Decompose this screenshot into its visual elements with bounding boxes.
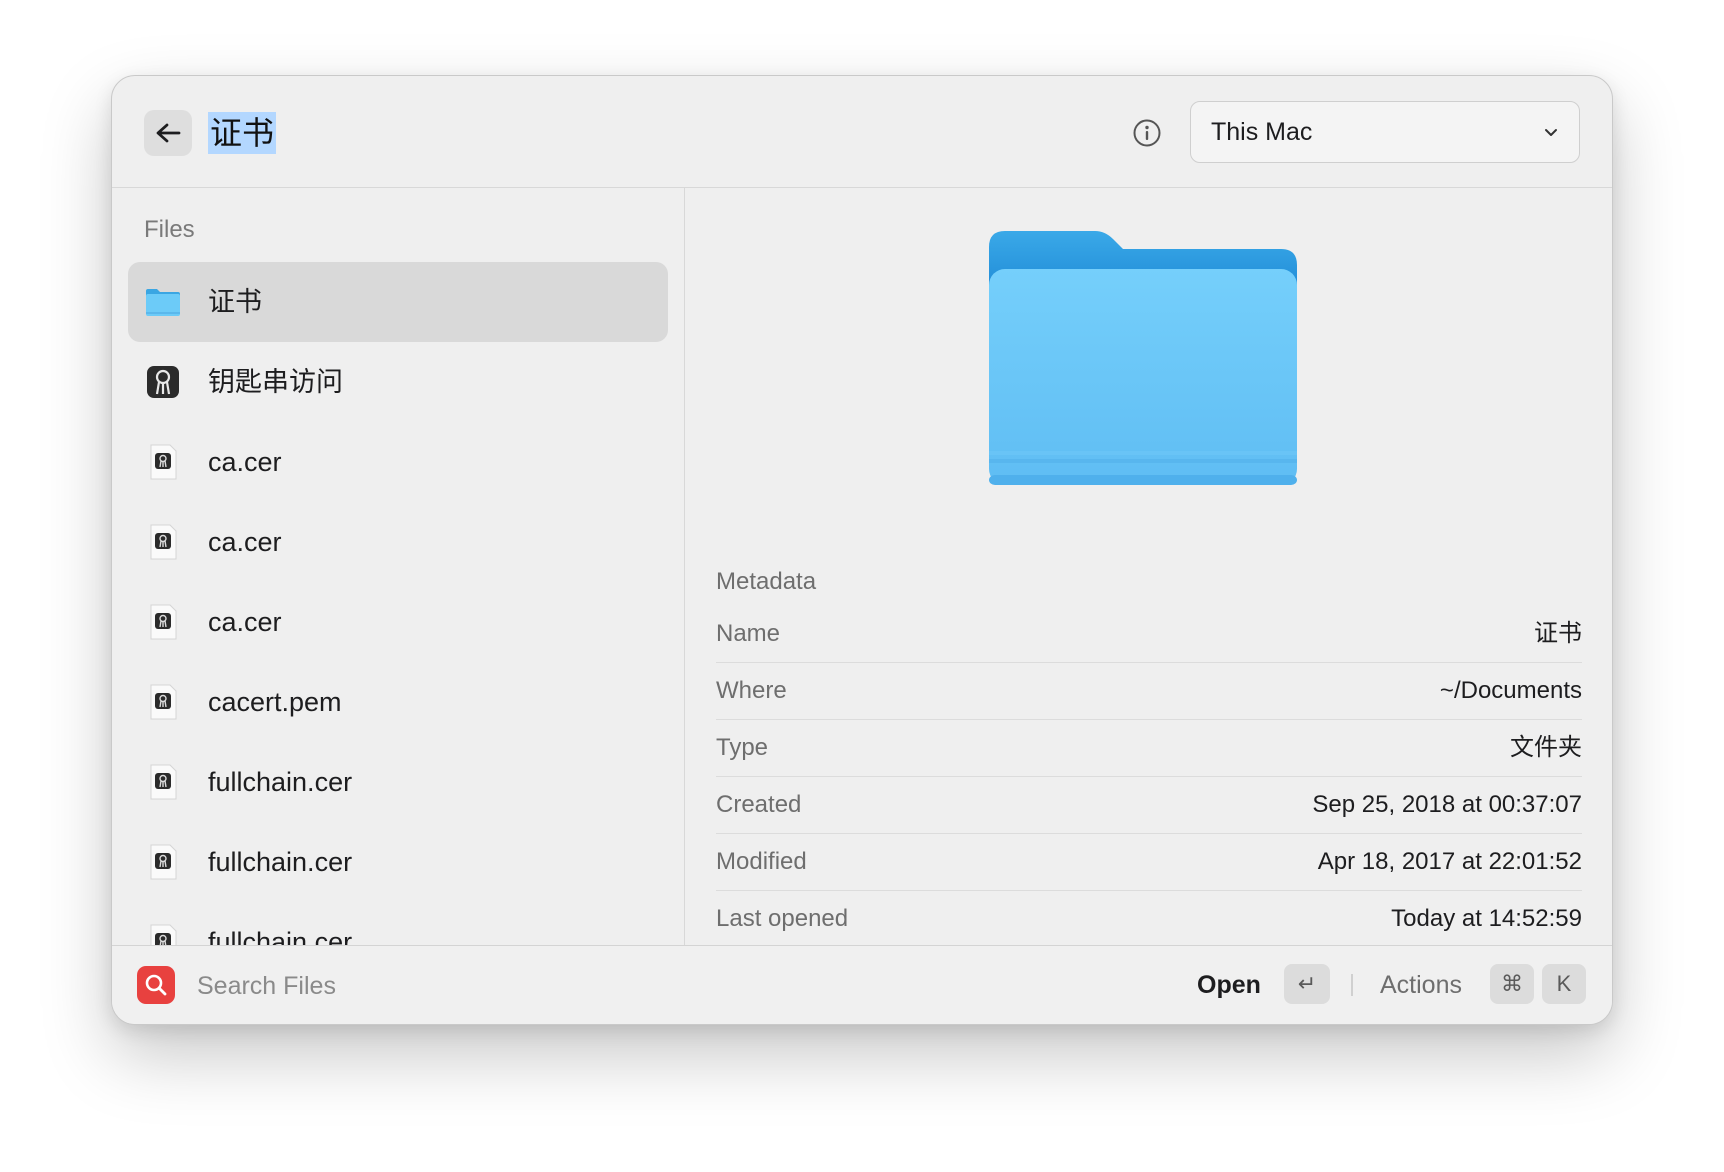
search-icon [145,974,167,996]
page-title[interactable]: 证书 [208,112,277,154]
list-item[interactable]: ca.cer [128,422,668,502]
file-search-window: 证书 This Mac Files 证书 钥匙串访问 ca.cer ca.cer… [111,75,1613,1025]
actions-button[interactable]: Actions [1380,946,1462,1024]
certificate-file-icon [150,844,177,880]
file-list: 证书 钥匙串访问 ca.cer ca.cer ca.cer cacert.pem… [128,262,668,945]
info-icon [1133,119,1161,147]
open-button[interactable]: Open [1197,946,1261,1024]
command-key-hint: ⌘ [1490,964,1534,1004]
metadata-row: Created Sep 25, 2018 at 00:37:07 [716,777,1582,834]
metadata-row: Where ~/Documents [716,663,1582,720]
folder-preview-icon [989,231,1297,485]
certificate-file-icon [150,764,177,800]
list-item-label: ca.cer [208,447,282,477]
folder-icon [146,289,180,316]
certificate-file-icon [150,444,177,480]
certificate-file-icon [150,684,177,720]
list-item[interactable]: ca.cer [128,582,668,662]
list-item[interactable]: cacert.pem [128,662,668,742]
list-item-label: ca.cer [208,607,282,637]
metadata-value: 证书 [1534,620,1582,647]
metadata-key: Created [716,791,802,818]
scope-dropdown[interactable]: This Mac [1190,101,1580,163]
metadata-row: Last opened Today at 14:52:59 [716,891,1582,945]
certificate-file-icon [150,524,177,560]
keychain-access-icon [147,366,179,398]
return-key-hint: ↵ [1284,964,1330,1004]
list-item-label: fullchain.cer [208,927,353,945]
divider [1351,974,1353,996]
metadata-title: Metadata [716,568,817,595]
footer-bar: Open ↵ Actions ⌘ K [112,945,1612,1024]
metadata-table: Name 证书 Where ~/Documents Type 文件夹 Creat… [716,606,1582,945]
metadata-row: Modified Apr 18, 2017 at 22:01:52 [716,834,1582,891]
metadata-value: Apr 18, 2017 at 22:01:52 [1317,848,1582,875]
list-item[interactable]: 证书 [128,262,668,342]
list-item[interactable]: 钥匙串访问 [128,342,668,422]
metadata-value: 文件夹 [1510,734,1582,761]
search-app-badge [137,966,175,1004]
metadata-key: Last opened [716,905,849,932]
scope-value: This Mac [1211,118,1313,146]
certificate-file-icon [150,924,177,945]
info-button[interactable] [1132,118,1162,148]
search-input[interactable] [195,964,799,1008]
metadata-row: Name 证书 [716,606,1582,663]
list-item-label: fullchain.cer [208,767,353,797]
certificate-file-icon [150,604,177,640]
list-item[interactable]: fullchain.cer [128,742,668,822]
metadata-row: Type 文件夹 [716,720,1582,777]
metadata-value: ~/Documents [1439,677,1582,704]
header-bar: 证书 This Mac [112,76,1612,188]
metadata-key: Modified [716,848,807,875]
k-key-hint: K [1542,964,1586,1004]
back-button[interactable] [144,110,192,156]
results-pane: Files 证书 钥匙串访问 ca.cer ca.cer ca.cer cace… [112,188,685,945]
list-item[interactable]: fullchain.cer [128,902,668,945]
list-item[interactable]: fullchain.cer [128,822,668,902]
arrow-left-icon [156,123,181,143]
list-item-label: cacert.pem [208,687,342,717]
list-item-label: fullchain.cer [208,847,353,877]
list-item-label: ca.cer [208,527,282,557]
chevron-down-icon [1545,129,1557,136]
section-label: Files [144,216,195,243]
list-item[interactable]: ca.cer [128,502,668,582]
metadata-value: Sep 25, 2018 at 00:37:07 [1312,791,1582,818]
preview-pane: Metadata Name 证书 Where ~/Documents Type … [685,188,1612,945]
list-item-label: 钥匙串访问 [208,367,343,397]
metadata-key: Where [716,677,787,704]
list-item-label: 证书 [208,287,262,317]
metadata-value: Today at 14:52:59 [1391,905,1582,932]
metadata-key: Name [716,620,781,647]
metadata-key: Type [716,734,769,761]
